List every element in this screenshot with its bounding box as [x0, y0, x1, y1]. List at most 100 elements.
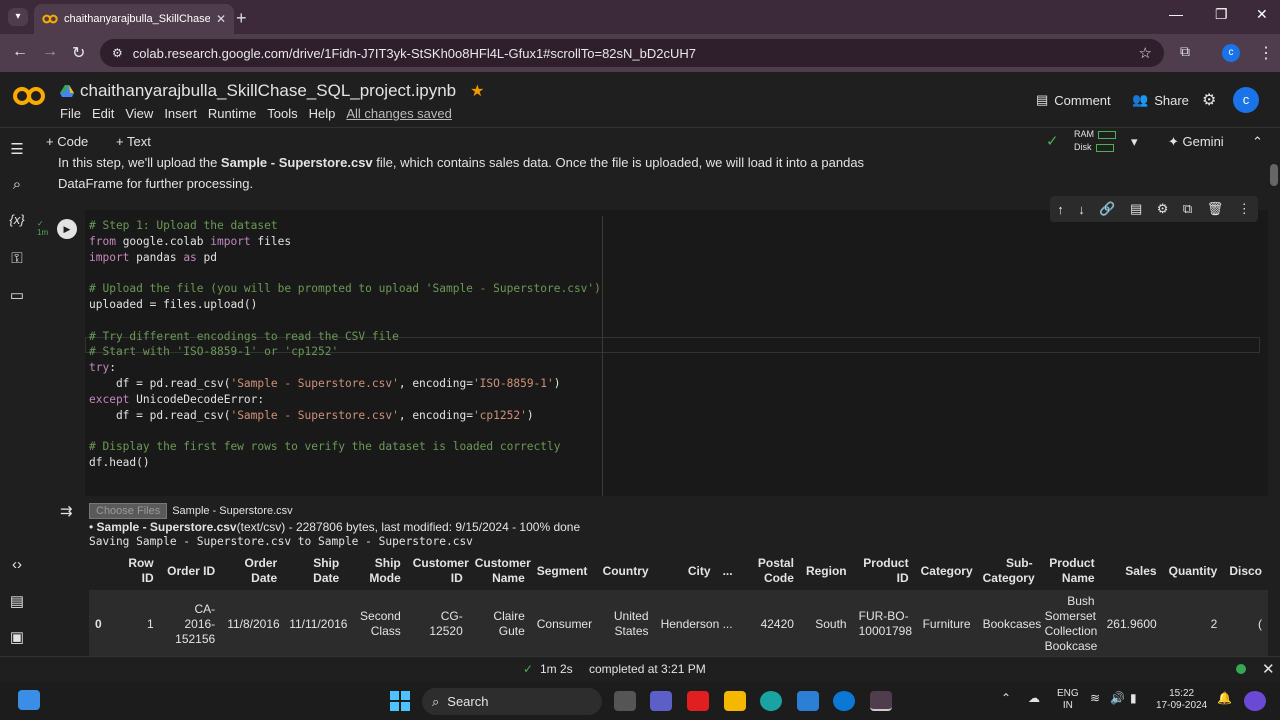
menu-help[interactable]: Help — [309, 106, 336, 121]
scrollbar[interactable] — [1268, 154, 1280, 656]
ram-label: RAM — [1074, 129, 1094, 139]
share-people-icon: 👥 — [1132, 92, 1149, 107]
df-cell: 2 — [1162, 590, 1224, 656]
execution-time: 1m — [37, 228, 49, 237]
notebook-title[interactable]: chaithanyarajbulla_SkillChase_SQL_projec… — [80, 81, 456, 101]
task-view-icon[interactable] — [614, 691, 636, 711]
df-column-header: Region — [805, 563, 847, 578]
wifi-icon[interactable]: ≋ — [1090, 692, 1100, 704]
share-button[interactable]: 👥 Share — [1132, 92, 1189, 108]
delete-cell-icon[interactable]: 🗑 — [1207, 201, 1224, 217]
link-icon[interactable]: 🔗 — [1099, 201, 1115, 217]
account-avatar[interactable]: c — [1233, 87, 1259, 113]
connection-status-dot — [1236, 664, 1246, 674]
browser-menu-icon[interactable]: ⋮ — [1258, 43, 1274, 63]
choose-files-button[interactable]: Choose Files — [89, 503, 168, 519]
taskbar-search[interactable]: ⌕ Search — [422, 688, 602, 715]
edge-icon[interactable] — [760, 691, 782, 711]
resource-monitor[interactable]: RAM Disk — [1074, 128, 1116, 154]
runtime-dropdown-icon[interactable]: ▾ — [1131, 134, 1138, 150]
extensions-icon[interactable]: ⧉ — [1180, 43, 1190, 60]
copilot-icon[interactable] — [1244, 691, 1266, 711]
microsoft-store-icon[interactable] — [797, 691, 819, 711]
menu-edit[interactable]: Edit — [92, 106, 114, 121]
chrome-icon[interactable] — [870, 691, 892, 711]
more-options-icon[interactable]: ⋮ — [1238, 201, 1251, 217]
df-cell: FUR-BO-10001798 — [852, 590, 915, 656]
output-actions-icon[interactable]: ⇉ — [60, 502, 73, 520]
close-status-icon[interactable]: ✕ — [1262, 660, 1275, 678]
code-cell[interactable]: # Step 1: Upload the dataset from google.… — [85, 210, 1268, 496]
close-window-icon[interactable]: ✕ — [1256, 6, 1268, 23]
code-editor[interactable]: # Step 1: Upload the dataset from google.… — [89, 218, 601, 471]
command-palette-icon[interactable]: ▤ — [7, 592, 27, 612]
comment-cell-icon[interactable]: ▤ — [1130, 201, 1142, 217]
favorite-star-icon[interactable]: ★ — [470, 81, 484, 101]
minimize-window-icon[interactable]: — — [1169, 6, 1183, 22]
tray-overflow-icon[interactable]: ⌃ — [1001, 692, 1011, 704]
notification-bell-icon[interactable]: 🔔 — [1217, 692, 1232, 704]
run-cell-button[interactable]: ▶ — [57, 219, 77, 239]
clock[interactable]: 15:22 17-09-2024 — [1156, 688, 1207, 712]
menu-runtime[interactable]: Runtime — [208, 106, 256, 121]
comment-icon: ▤ — [1036, 92, 1049, 107]
df-column-header: Order ID — [167, 563, 216, 578]
new-tab-button[interactable]: + — [236, 8, 247, 29]
move-up-icon[interactable]: ↑ — [1057, 202, 1064, 217]
teams-icon[interactable] — [650, 691, 672, 711]
move-down-icon[interactable]: ↓ — [1078, 202, 1085, 217]
youtube-icon[interactable] — [687, 691, 709, 711]
search-icon[interactable]: ⌕ — [7, 176, 27, 196]
status-check-icon: ✓ — [523, 662, 534, 676]
gemini-button[interactable]: ✦ Gemini — [1168, 134, 1224, 150]
settings-gear-icon[interactable]: ⚙ — [1202, 90, 1216, 110]
battery-icon[interactable]: ▮ — [1130, 692, 1137, 704]
table-of-contents-icon[interactable]: ☰ — [7, 140, 27, 160]
browser-profile-avatar[interactable]: c — [1222, 44, 1240, 62]
markdown-cell[interactable]: In this step, we'll upload the Sample - … — [58, 154, 918, 194]
volume-icon[interactable]: 🔊 — [1110, 692, 1125, 704]
input-language[interactable]: ENG IN — [1057, 688, 1079, 712]
browser-tab-active[interactable]: chaithanyarajbulla_SkillChase_S ✕ — [34, 4, 234, 34]
tab-search-button[interactable]: ▾ — [8, 8, 28, 26]
comment-button[interactable]: ▤ Comment — [1036, 92, 1111, 108]
file-explorer-icon[interactable] — [724, 691, 746, 711]
df-column-header: Country — [602, 563, 649, 578]
drive-icon — [60, 85, 74, 97]
tray-app-icon[interactable]: ☁ — [1028, 692, 1040, 704]
df-column-header: Category — [920, 563, 973, 578]
dell-icon[interactable] — [833, 691, 855, 711]
mirror-cell-icon[interactable]: ⧉ — [1183, 201, 1192, 217]
pinned-app-icon[interactable] — [18, 690, 40, 710]
close-tab-icon[interactable]: ✕ — [216, 12, 226, 26]
df-column-header: Sub-Category — [982, 556, 1035, 585]
add-code-button[interactable]: + Code — [46, 134, 88, 149]
windows-start-icon[interactable] — [389, 691, 411, 711]
cell-settings-icon[interactable]: ⚙ — [1157, 201, 1169, 217]
add-text-button[interactable]: + Text — [116, 134, 151, 149]
code-snippets-icon[interactable]: ‹› — [7, 556, 27, 576]
df-cell: CG-12520 — [406, 590, 469, 656]
terminal-icon[interactable]: ▣ — [7, 628, 27, 648]
collapse-header-icon[interactable]: ⌃ — [1252, 134, 1263, 150]
site-info-icon[interactable]: ⚙ — [112, 46, 123, 60]
reload-icon[interactable]: ↻ — [72, 43, 85, 63]
back-icon[interactable]: ← — [12, 43, 28, 61]
df-cell: Bush Somerset Collection Bookcase — [1038, 590, 1101, 656]
forward-icon[interactable]: → — [42, 43, 58, 61]
menu-view[interactable]: View — [125, 106, 153, 121]
menu-tools[interactable]: Tools — [267, 106, 297, 121]
secrets-key-icon[interactable]: ⚿ — [7, 250, 27, 270]
menu-file[interactable]: File — [60, 106, 81, 121]
browser-toolbar: ← → ↻ ⚙ colab.research.google.com/drive/… — [0, 34, 1280, 72]
address-bar[interactable]: ⚙ colab.research.google.com/drive/1Fidn-… — [100, 39, 1164, 67]
files-folder-icon[interactable]: ▭ — [7, 286, 27, 306]
menu-insert[interactable]: Insert — [164, 106, 197, 121]
save-status-link[interactable]: All changes saved — [346, 106, 452, 121]
colab-logo[interactable] — [12, 86, 46, 112]
scrollbar-thumb[interactable] — [1270, 164, 1278, 186]
bookmark-star-icon[interactable]: ☆ — [1139, 44, 1152, 62]
variables-icon[interactable]: {x} — [7, 212, 27, 232]
restore-window-icon[interactable]: ❐ — [1215, 6, 1228, 23]
